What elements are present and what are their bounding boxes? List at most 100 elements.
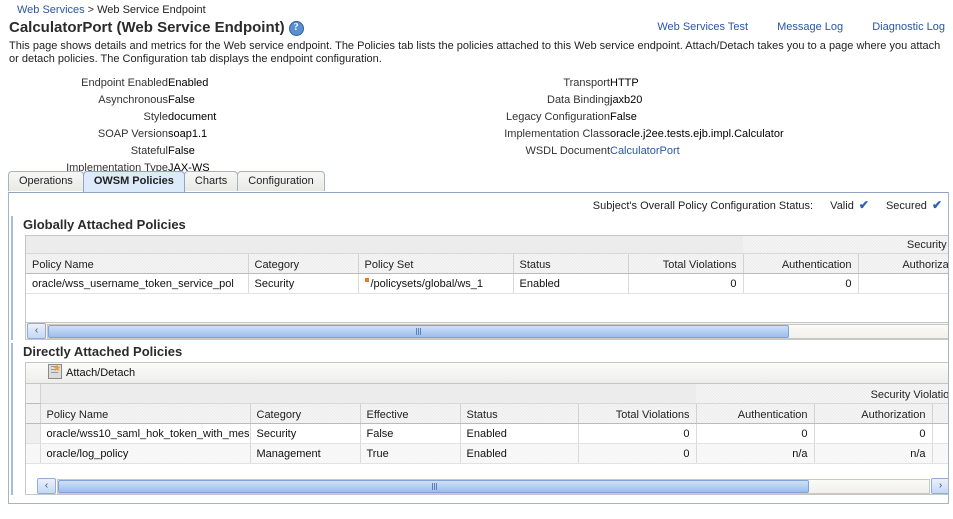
attach-detach-button[interactable]: Attach/Detach (48, 363, 135, 383)
select-column-header (26, 403, 41, 424)
cell-policy-set: /policysets/global/ws_1 (358, 273, 514, 294)
tab-configuration[interactable]: Configuration (237, 171, 325, 191)
column-header-policy-name[interactable]: Policy Name (40, 403, 251, 424)
column-header-category[interactable]: Category (248, 253, 359, 274)
scroll-thumb[interactable] (48, 324, 789, 338)
scroll-thumb[interactable] (58, 479, 810, 493)
scroll-left-arrow-icon[interactable]: ‹ (37, 478, 56, 494)
warning-marker-icon (364, 277, 369, 282)
page-description: This page shows details and metrics for … (9, 40, 941, 65)
status-label: Subject's Overall Policy Configuration S… (592, 200, 814, 212)
column-header-total-violations[interactable]: Total Violations (578, 403, 697, 424)
tab-operations[interactable]: Operations (8, 171, 84, 191)
web-service-endpoint-page: Web Services > Web Service Endpoint Calcul… (0, 0, 953, 519)
scroll-thumb-grip (416, 327, 422, 335)
breadcrumb: Web Services > Web Service Endpoint (0, 0, 953, 18)
cell-category: Security (248, 273, 359, 294)
table-group-header-row: Security Violation (26, 236, 948, 254)
scroll-track[interactable] (57, 478, 930, 494)
column-header-authentication[interactable]: Authentication (743, 253, 859, 274)
help-question-icon[interactable]: ? (288, 21, 304, 36)
row-selector[interactable] (26, 423, 41, 444)
property-label: Endpoint Enabled (81, 77, 168, 89)
owsm-policies-panel: Subject's Overall Policy Configuration S… (8, 192, 949, 504)
select-column-header (26, 384, 41, 404)
property-row: Stateful False (0, 143, 216, 160)
cell-category: Management (250, 443, 361, 464)
cell-confidentiality (932, 423, 948, 444)
column-header-policy-name[interactable]: Policy Name (26, 253, 249, 274)
directly-attached-policies-section: Directly Attached Policies Attach/Detach… (9, 343, 948, 495)
cell-authentication: n/a (696, 443, 815, 464)
wsdl-document-link[interactable]: CalculatorPort (610, 145, 680, 157)
cell-effective: True (360, 443, 461, 464)
column-header-effective[interactable]: Effective (360, 403, 461, 424)
property-row: Asynchronous False (0, 92, 216, 109)
property-row: SOAP Version soap1.1 (0, 126, 216, 143)
property-row: WSDL Document CalculatorPort (440, 143, 784, 160)
property-row: Transport HTTP (440, 75, 784, 92)
directly-attached-hscrollbar[interactable]: ‹ › (26, 478, 948, 494)
property-row: Data Binding jaxb20 (440, 92, 784, 109)
status-valid-label: Valid (830, 200, 854, 212)
scroll-thumb-grip (431, 482, 437, 490)
attach-detach-icon (48, 364, 62, 379)
property-value: jaxb20 (610, 94, 643, 106)
column-header-confidentiality[interactable]: Confide (932, 403, 948, 424)
column-header-category[interactable]: Category (250, 403, 361, 424)
scroll-right-arrow-icon[interactable]: › (931, 478, 948, 494)
breadcrumb-link-web-services[interactable]: Web Services (17, 4, 85, 16)
cell-confidentiality (932, 443, 948, 464)
breadcrumb-current: Web Service Endpoint (97, 4, 206, 16)
tab-bar: Operations OWSM Policies Charts Configur… (8, 171, 953, 192)
attach-detach-label: Attach/Detach (66, 367, 136, 379)
property-value: Enabled (168, 77, 209, 89)
directly-attached-table-box: Attach/Detach Security Violations Pol (25, 362, 948, 495)
globally-attached-table: Security Violation Policy Name Category … (26, 236, 948, 294)
cell-policy-name: oracle/wss_username_token_service_pol (26, 273, 249, 294)
link-diagnostic-log[interactable]: Diagnostic Log (872, 21, 945, 33)
top-links: Web Services Test Message Log Diagnostic… (631, 21, 945, 33)
scroll-left-arrow-icon[interactable]: ‹ (27, 323, 46, 339)
globally-attached-hscrollbar[interactable]: ‹ › (26, 322, 948, 339)
column-header-authorization[interactable]: Authorization (858, 253, 948, 274)
column-header-status[interactable]: Status (513, 253, 629, 274)
properties-left-column: Endpoint Enabled Enabled Asynchronous Fa… (0, 75, 430, 177)
cell-status: Enabled (513, 273, 629, 294)
table-row[interactable]: oracle/wss10_saml_hok_token_with_mes Sec… (26, 423, 948, 444)
link-message-log[interactable]: Message Log (777, 21, 843, 33)
property-row: Endpoint Enabled Enabled (0, 75, 216, 92)
table-empty-space (26, 294, 948, 322)
table-header-row: Policy Name Category Effective Status To… (26, 403, 948, 424)
column-header-policy-set[interactable]: Policy Set (358, 253, 514, 274)
cell-policy-name: oracle/wss10_saml_hok_token_with_mes (40, 423, 251, 444)
column-header-total-violations[interactable]: Total Violations (628, 253, 744, 274)
column-header-status[interactable]: Status (460, 403, 579, 424)
cell-total-violations: 0 (578, 423, 697, 444)
table-row[interactable]: oracle/wss_username_token_service_pol Se… (26, 273, 948, 294)
cell-authorization: 0 (814, 423, 933, 444)
cell-policy-name: oracle/log_policy (40, 443, 251, 464)
link-web-services-test[interactable]: Web Services Test (657, 21, 748, 33)
table-row[interactable]: oracle/log_policy Management True Enable… (26, 443, 948, 464)
property-value: HTTP (610, 77, 639, 89)
cell-authentication: 0 (696, 423, 815, 444)
globally-attached-title: Globally Attached Policies (23, 217, 186, 232)
property-value: document (168, 111, 217, 123)
secured-check-icon: ✔ (931, 198, 942, 212)
property-label: Data Binding (547, 94, 610, 106)
directly-attached-table: Security Violations Policy Name Category… (26, 384, 948, 464)
cell-total-violations: 0 (578, 443, 697, 464)
property-row: Implementation Class oracle.j2ee.tests.e… (440, 126, 783, 143)
column-header-authentication[interactable]: Authentication (696, 403, 815, 424)
directly-attached-title: Directly Attached Policies (23, 344, 183, 359)
tab-owsm-policies[interactable]: OWSM Policies (82, 171, 185, 192)
valid-check-icon: ✔ (858, 198, 869, 212)
scroll-track[interactable] (47, 323, 948, 339)
column-header-authorization[interactable]: Authorization (814, 403, 933, 424)
property-value: CalculatorPort (610, 143, 784, 160)
row-selector[interactable] (26, 443, 41, 464)
tab-charts[interactable]: Charts (183, 171, 239, 191)
property-label: Legacy Configuration (506, 111, 610, 123)
cell-authorization: 0 (858, 273, 948, 294)
